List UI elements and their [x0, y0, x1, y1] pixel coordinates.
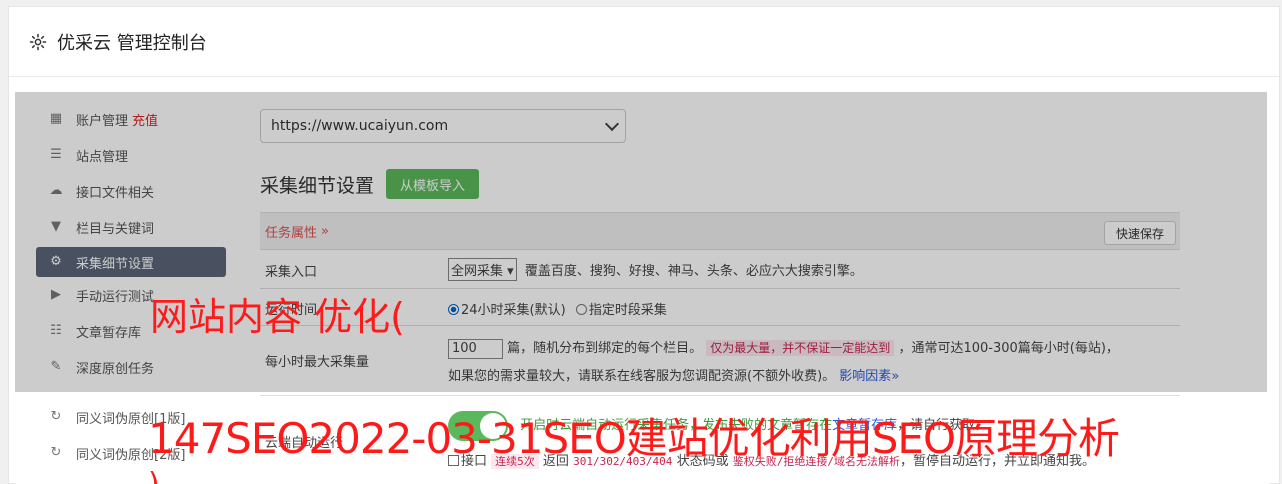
section-title: 采集细节设置 [260, 175, 375, 197]
row-label: 每小时最大采集量 [265, 355, 370, 370]
row-value: 100 篇，随机分布到绑定的每个栏目。 仅为最大量，并不保证一定能达到 ，通常可… [448, 334, 1188, 391]
page-title: 优采云 管理控制台 [57, 32, 207, 54]
sidebar-item-account[interactable]: ▦ 账户管理 充值 [36, 101, 226, 137]
site-select[interactable]: https://www.ucaiyun.com [260, 109, 626, 143]
chevron-double-down-icon: » [891, 369, 900, 384]
sidebar-item-label: 手动运行测试 [76, 289, 155, 305]
watermark-line2: 147SEO2022-03-31SEO建站优化利用SEO原理分析 [148, 414, 1120, 463]
radio-24h-label: 24小时采集(默认) [461, 303, 566, 318]
watermark-line1: 网站内容 优化( [150, 295, 405, 339]
console-card: 优采云 管理控制台 ▦ 账户管理 充值 ☰ 站点管理 ☁ 接口文件相关 ▼ 栏目… [8, 6, 1280, 484]
filter-icon: ▼ [51, 219, 61, 234]
watermark-line3: ) [148, 470, 160, 484]
radio-period-label: 指定时段采集 [588, 303, 667, 318]
refresh-icon: ↻ [50, 445, 62, 460]
edit-icon: ✎ [50, 359, 62, 374]
sidebar-item-label: 站点管理 [76, 149, 129, 165]
page: 优采云 管理控制台 ▦ 账户管理 充值 ☰ 站点管理 ☁ 接口文件相关 ▼ 栏目… [0, 0, 1282, 484]
max-count-input[interactable]: 100 [448, 338, 503, 359]
radio-period[interactable] [575, 304, 587, 315]
sidebar-item-keywords[interactable]: ▼ 栏目与关键词 [36, 209, 226, 245]
sidebar-item-label: 接口文件相关 [76, 185, 155, 201]
influence-link[interactable]: 影响因素 [839, 369, 891, 384]
bar-chart-icon: ▦ [49, 111, 63, 126]
sidebar-item-deep-original[interactable]: ✎ 深度原创任务 [36, 349, 226, 385]
gear-icon [29, 33, 47, 50]
max-desc1: 篇，随机分布到绑定的每个栏目。 [507, 341, 703, 356]
task-attr-label[interactable]: 任务属性 [265, 222, 317, 241]
cloud-upload-icon: ☁ [49, 183, 63, 198]
import-template-button[interactable]: 从模板导入 [386, 169, 479, 199]
sidebar-item-sites[interactable]: ☰ 站点管理 [36, 137, 226, 173]
recharge-link[interactable]: 充值 [132, 110, 158, 129]
max-desc3: 如果您的需求量较大，请联系在线客服为您调配资源(不额外收费)。 [448, 369, 836, 384]
sidebar-item-label: 文章暂存库 [76, 325, 142, 341]
chevron-double-down-icon: » [321, 223, 329, 239]
entry-select[interactable]: 全网采集 ▾ [448, 258, 517, 281]
site-select-value: https://www.ucaiyun.com [271, 118, 449, 134]
row-value: 全网采集 ▾ 覆盖百度、搜狗、好搜、神马、头条、必应六大搜索引擎。 [448, 258, 863, 281]
entry-select-value: 全网采集 [451, 264, 504, 279]
sidebar-item-label: 深度原创任务 [76, 361, 155, 377]
sidebar-item-label: 采集细节设置 [76, 256, 155, 272]
row-value: 24小时采集(默认) 指定时段采集 [448, 299, 667, 318]
row-label: 采集入口 [265, 265, 318, 280]
gears-icon: ⚙ [50, 254, 62, 269]
max-desc2: ，通常可达100-300篇每小时(每站)， [898, 341, 1119, 356]
refresh-icon: ↻ [50, 409, 62, 424]
entry-desc: 覆盖百度、搜狗、好搜、神马、头条、必应六大搜索引擎。 [524, 264, 863, 279]
database-icon: ☷ [50, 323, 62, 338]
quick-save-button[interactable]: 快速保存 [1104, 221, 1176, 245]
row-entry: 采集入口 全网采集 ▾ 覆盖百度、搜狗、好搜、神马、头条、必应六大搜索引擎。 [260, 249, 1180, 288]
header: 优采云 管理控制台 [9, 7, 1279, 77]
sidebar-item-label: 栏目与关键词 [76, 221, 155, 237]
radio-24h[interactable] [448, 304, 459, 315]
sidebar-item-interface[interactable]: ☁ 接口文件相关 [36, 173, 226, 209]
sidebar-item-collect-settings[interactable]: ⚙ 采集细节设置 [36, 247, 226, 277]
max-note: 仅为最大量，并不保证一定能达到 [706, 340, 895, 356]
sidebar-item-label: 账户管理 [76, 113, 129, 129]
play-icon: ▶ [51, 287, 61, 302]
task-attr-header: 任务属性 » 快速保存 [260, 212, 1180, 249]
chevron-down-icon [604, 116, 620, 132]
server-icon: ☰ [50, 147, 62, 162]
